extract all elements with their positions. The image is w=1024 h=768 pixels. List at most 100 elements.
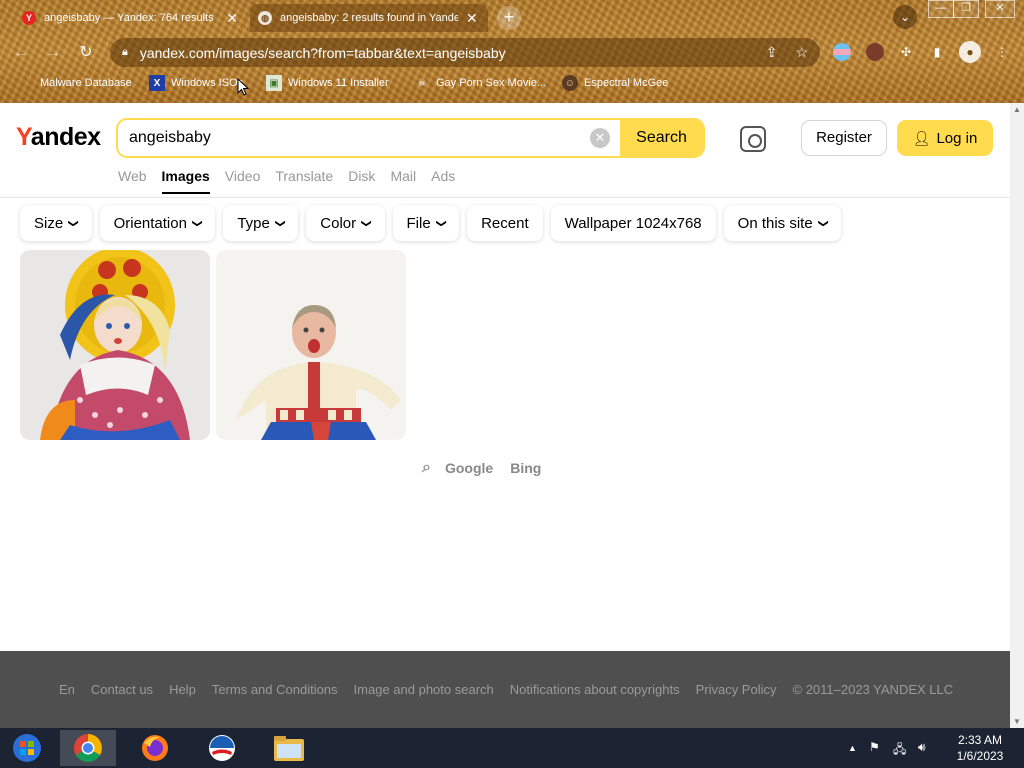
menu-dots-icon[interactable]: ⋮ [993,43,1011,61]
tab-search-chevron-icon[interactable]: ⌄ [893,5,917,29]
face-icon: ☺ [562,75,578,91]
star-bookmark-icon[interactable]: ☆ [795,44,808,61]
service-disk[interactable]: Disk [348,168,375,194]
result-image[interactable] [216,250,406,440]
lock-icon[interactable]: 🔒︎ [122,46,128,59]
scroll-down-icon[interactable]: ▼ [1013,717,1021,726]
folder-icon [274,736,304,761]
filter-file[interactable]: File ❯ [392,205,460,241]
tray-expand-icon[interactable]: ▲ [848,743,857,753]
search-icon: ⌕ [422,459,431,476]
bookmark-espectral-mcgee[interactable]: ☺ Espectral McGee [562,75,668,91]
chrome-icon [74,734,102,762]
chevron-down-icon: ❯ [817,218,829,228]
bookmark-windows-11-installer[interactable]: ▣ Windows 11 Installer [266,75,389,91]
start-button[interactable] [0,730,54,766]
browser-chrome: Y angeisbaby — Yandex: 764 results ✕ ◍ a… [0,0,1024,103]
puzzle-extensions-icon[interactable]: ✣ [897,43,915,61]
footer-image-search[interactable]: Image and photo search [354,682,494,697]
minimize-button[interactable]: — [928,0,954,18]
taskbar-obama-app[interactable] [194,730,250,766]
bookmark-windows-isos[interactable]: X Windows ISOs [149,75,243,91]
yandex-logo[interactable]: Yandex [16,123,101,152]
taskbar-firefox[interactable] [127,730,183,766]
tab-yandex-results[interactable]: Y angeisbaby — Yandex: 764 results ✕ [14,4,246,32]
service-ads[interactable]: Ads [431,168,455,194]
filter-size[interactable]: Size ❯ [20,205,92,241]
scroll-up-icon[interactable]: ▲ [1013,105,1021,114]
globe-icon: ◍ [258,11,272,25]
image-icon: ▣ [266,75,282,91]
tab-close-icon[interactable]: ✕ [466,10,478,27]
taskbar-file-explorer[interactable] [261,730,317,766]
flag-extension-icon[interactable] [833,43,851,61]
footer-contact-us[interactable]: Contact us [91,682,153,697]
yandex-images-page: Yandex ✕ Search Register 👤︎ Log in Web I… [0,103,1010,728]
bookmarks-bar: Malware Database X Windows ISOs ▣ Window… [0,73,1024,95]
action-center-flag-icon[interactable]: ⚑ [869,740,880,754]
chevron-down-icon: ❯ [67,218,79,228]
filter-color[interactable]: Color ❯ [306,205,385,241]
google-link[interactable]: Google [445,460,493,476]
user-icon: 👤︎ [912,129,931,146]
tab-title: angeisbaby — Yandex: 764 results [44,12,214,24]
chevron-down-icon: ❯ [435,218,447,228]
windows-orb-icon [13,734,41,762]
service-web[interactable]: Web [118,168,147,194]
back-arrow-icon[interactable]: ← [10,42,32,64]
bookmark-gay-porn-sex-movie[interactable]: ☠ Gay Porn Sex Movie... [414,75,547,91]
network-icon[interactable]: 🖧︎ [893,740,906,761]
avatar-extension-icon[interactable] [866,43,884,61]
taskbar-chrome[interactable] [60,730,116,766]
service-translate[interactable]: Translate [275,168,333,194]
new-tab-button[interactable]: + [497,6,521,30]
side-panel-icon[interactable]: ▮ [928,43,946,61]
mouse-cursor-icon [237,78,249,96]
login-button[interactable]: 👤︎ Log in [897,120,993,156]
clear-icon[interactable]: ✕ [590,128,610,148]
search-input[interactable] [118,129,590,147]
chevron-down-icon: ❯ [191,218,203,228]
tab-title: angeisbaby: 2 results found in Yandex [280,12,458,24]
chevron-down-icon: ❯ [360,218,372,228]
search-box[interactable]: ✕ Search [116,118,705,158]
filter-on-this-site[interactable]: On this site ❯ [723,205,842,241]
page-scrollbar[interactable]: ▲ ▼ [1010,103,1024,728]
footer-privacy-policy[interactable]: Privacy Policy [696,682,777,697]
service-mail[interactable]: Mail [390,168,416,194]
service-images[interactable]: Images [161,168,210,194]
system-clock[interactable]: 2:33 AM 1/6/2023 [945,732,1015,764]
windows-taskbar: ▲ ⚑ 🖧︎ 🔊︎ 2:33 AM 1/6/2023 [0,728,1024,768]
filter-orientation[interactable]: Orientation ❯ [99,205,216,241]
footer-language[interactable]: En [59,682,75,697]
footer-terms[interactable]: Terms and Conditions [212,682,338,697]
footer-copyright-notifications[interactable]: Notifications about copyrights [510,682,680,697]
close-window-button[interactable]: ✕ [985,0,1015,18]
camera-search-icon[interactable] [740,126,766,152]
volume-icon[interactable]: 🔊︎ [918,740,926,755]
filter-recent[interactable]: Recent [467,205,543,241]
doll-white-shirt-image [216,250,406,440]
bookmark-malware-database[interactable]: Malware Database [18,75,132,91]
obama-logo-icon [209,735,235,761]
forward-arrow-icon[interactable]: → [42,42,64,64]
bing-link[interactable]: Bing [510,460,541,476]
footer-help[interactable]: Help [169,682,196,697]
firefox-icon [142,735,168,761]
result-image[interactable] [20,250,210,440]
reload-icon[interactable]: ↻ [75,42,97,64]
address-bar[interactable]: 🔒︎ yandex.com/images/search?from=tabbar&… [110,38,820,67]
url-text[interactable]: yandex.com/images/search?from=tabbar&tex… [140,45,748,61]
share-icon[interactable]: ⇪ [766,44,778,61]
search-button[interactable]: Search [620,120,703,156]
filter-wallpaper[interactable]: Wallpaper 1024x768 [550,205,716,241]
restore-button[interactable]: ❐ [953,0,979,18]
tab-angeisbaby-images[interactable]: ◍ angeisbaby: 2 results found in Yandex … [250,4,488,32]
profile-avatar-icon[interactable]: ● [959,41,981,63]
doll-yellow-headdress-image [20,250,210,440]
register-button[interactable]: Register [801,120,887,156]
tab-close-icon[interactable]: ✕ [226,10,238,27]
yandex-favicon-icon: Y [22,11,36,25]
filter-type[interactable]: Type ❯ [223,205,299,241]
service-video[interactable]: Video [225,168,261,194]
